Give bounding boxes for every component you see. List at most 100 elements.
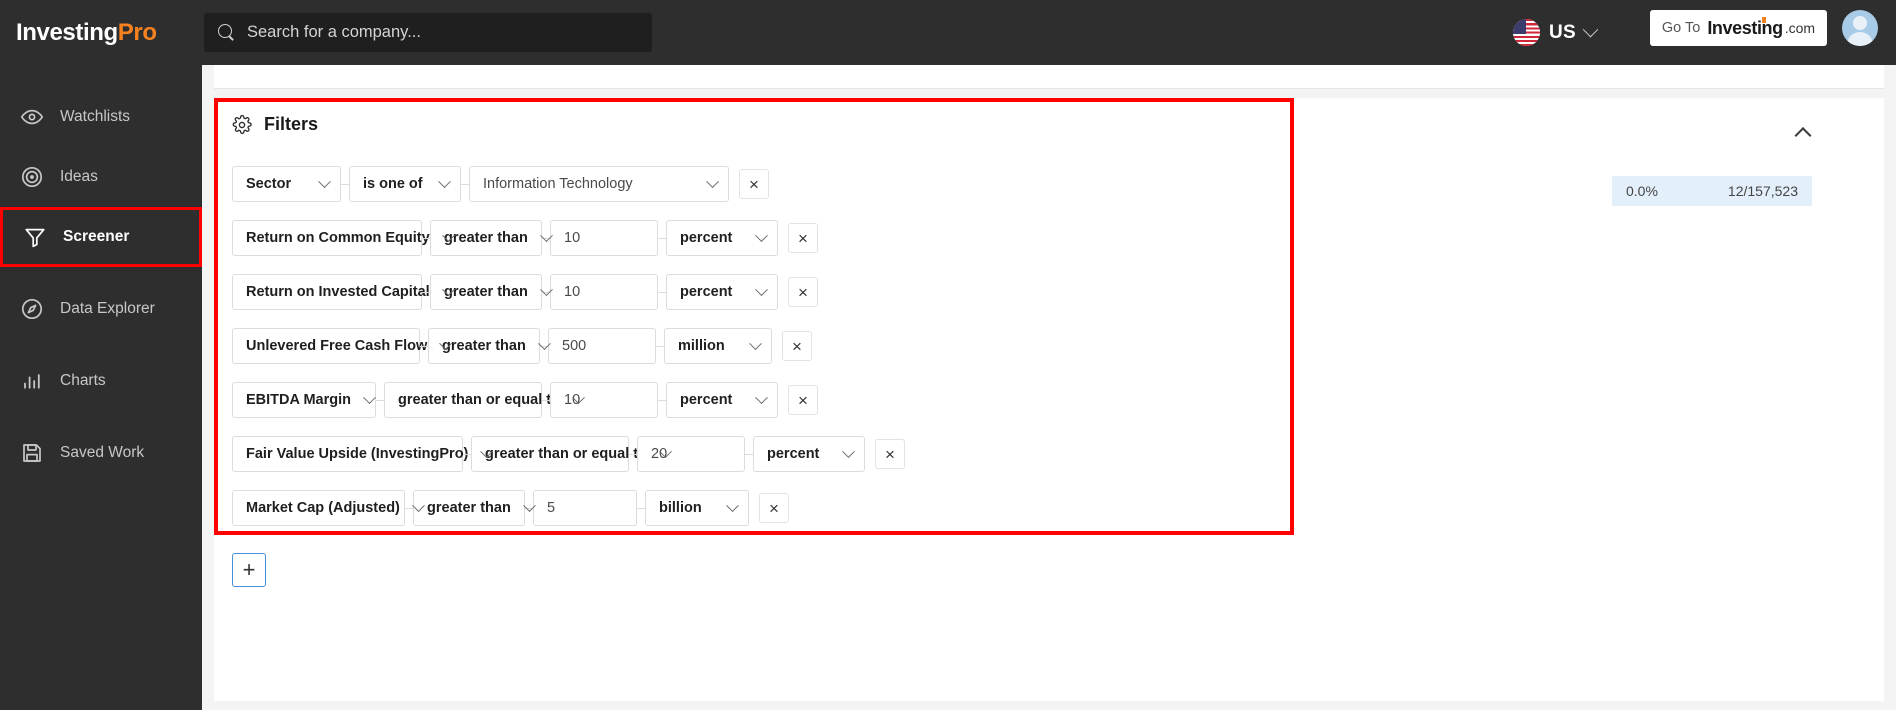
sidebar-item-charts[interactable]: Charts — [0, 351, 202, 411]
remove-filter-button[interactable]: × — [788, 277, 818, 307]
filter-metric-select-text: Return on Common Equity — [246, 230, 430, 246]
filter-row: Unlevered Free Cash Flow greater than 500 m… — [232, 328, 905, 364]
goto-brand-label: Investing — [1707, 16, 1783, 38]
filter-value-input-text: 10 — [564, 230, 581, 246]
compass-icon — [21, 298, 43, 320]
filter-value-input[interactable]: Information Technology — [469, 166, 729, 202]
filter-operator-select-text: greater than — [444, 284, 528, 300]
filter-value-input-text: Information Technology — [483, 176, 633, 192]
go-to-investing-button[interactable]: Go To Investing .com — [1650, 10, 1827, 46]
filter-operator-select[interactable]: greater than or equal to — [471, 436, 672, 472]
filter-value-input[interactable]: 10 — [550, 220, 658, 256]
filter-metric-select[interactable]: Market Cap (Adjusted) — [232, 490, 425, 526]
filter-row: EBITDA Margin greater than or equal to 10 p… — [232, 382, 905, 418]
chevron-down-icon — [438, 174, 451, 188]
remove-filter-button[interactable]: × — [739, 169, 769, 199]
filter-row: Return on Common Equity greater than 10 per… — [232, 220, 905, 256]
filter-operator-select-text: greater than — [444, 230, 528, 246]
row-connector — [658, 399, 666, 401]
filter-metric-select-text: Sector — [246, 176, 292, 192]
close-icon: × — [769, 498, 779, 518]
filter-unit-select-text: percent — [680, 230, 733, 246]
row-connector — [745, 453, 753, 455]
logo-text-pro: Pro — [117, 18, 157, 46]
region-label: US — [1549, 21, 1576, 43]
filter-metric-select[interactable]: Return on Invested Capital — [232, 274, 455, 310]
filter-operator-select-text: greater than — [427, 500, 511, 516]
filter-value-input[interactable]: 10 — [550, 382, 658, 418]
page-title: Filters — [264, 114, 319, 134]
filter-unit-select[interactable]: percent — [753, 436, 865, 472]
row-connector — [542, 399, 550, 401]
filter-unit-select[interactable]: percent — [666, 220, 778, 256]
filter-unit-select-text: million — [678, 338, 725, 354]
filter-metric-select[interactable]: Unlevered Free Cash Flow — [232, 328, 453, 364]
filter-value-input[interactable]: 500 — [548, 328, 656, 364]
filter-metric-select-text: Return on Invested Capital — [246, 284, 430, 300]
remove-filter-button[interactable]: × — [782, 331, 812, 361]
row-connector — [405, 507, 413, 509]
chevron-down-icon — [842, 444, 855, 458]
row-connector — [420, 345, 428, 347]
match-count: 12/157,523 — [1727, 183, 1798, 199]
match-counter: 0.0% 12/157,523 — [1612, 176, 1812, 206]
sidebar-item-screener[interactable]: Screener — [0, 207, 202, 267]
filter-value-input[interactable]: 20 — [637, 436, 745, 472]
filters-panel-header: Filters — [232, 114, 318, 135]
remove-filter-button[interactable]: × — [759, 493, 789, 523]
top-bar: InvestingPro Search for a company... US … — [0, 0, 1896, 65]
sidebar: Watchlists Ideas Screener Data Explorer … — [0, 65, 202, 710]
filter-value-input-text: 10 — [564, 284, 581, 300]
filter-value-input[interactable]: 5 — [533, 490, 637, 526]
close-icon: × — [798, 282, 808, 302]
collapse-filters-button[interactable] — [1789, 118, 1817, 146]
filter-operator-select[interactable]: greater than or equal to — [384, 382, 585, 418]
chevron-down-icon — [363, 390, 376, 404]
close-icon: × — [749, 174, 759, 194]
filter-unit-select[interactable]: percent — [666, 382, 778, 418]
sidebar-item-data-explorer[interactable]: Data Explorer — [0, 279, 202, 339]
filter-metric-select[interactable]: Fair Value Upside (InvestingPro) — [232, 436, 494, 472]
chevron-down-icon — [755, 282, 768, 296]
row-connector — [422, 291, 430, 293]
eye-icon — [20, 109, 44, 125]
sidebar-item-ideas[interactable]: Ideas — [0, 147, 202, 207]
remove-filter-button[interactable]: × — [875, 439, 905, 469]
avatar[interactable] — [1842, 10, 1878, 46]
filters-panel: Filters 0.0% 12/157,523 Sector is one of I… — [214, 98, 1884, 701]
chevron-down-icon — [755, 228, 768, 242]
filter-operator-select-text: greater than — [442, 338, 526, 354]
filter-operator-select[interactable]: greater than — [413, 490, 536, 526]
filter-metric-select[interactable]: EBITDA Margin — [232, 382, 376, 418]
filter-value-input[interactable]: 10 — [550, 274, 658, 310]
sidebar-item-label: Saved Work — [60, 444, 145, 461]
row-connector — [637, 507, 645, 509]
close-icon: × — [798, 228, 808, 248]
match-percent: 0.0% — [1626, 183, 1658, 199]
chevron-down-icon — [1582, 21, 1599, 38]
sidebar-item-saved-work[interactable]: Saved Work — [0, 423, 202, 483]
search-input[interactable]: Search for a company... — [204, 13, 652, 52]
sidebar-item-watchlists[interactable]: Watchlists — [0, 87, 202, 147]
gear-icon — [232, 114, 252, 134]
filter-row: Fair Value Upside (InvestingPro) greater … — [232, 436, 905, 472]
filter-unit-select[interactable]: percent — [666, 274, 778, 310]
sidebar-item-label: Ideas — [60, 168, 98, 185]
row-connector — [463, 453, 471, 455]
bar-chart-icon — [24, 374, 40, 389]
filter-rows: Sector is one of Information Technology × Re… — [232, 166, 905, 544]
filter-operator-select-text: is one of — [363, 176, 423, 192]
filter-metric-select[interactable]: Sector — [232, 166, 341, 202]
remove-filter-button[interactable]: × — [788, 223, 818, 253]
chevron-down-icon — [755, 390, 768, 404]
filter-operator-select[interactable]: is one of — [349, 166, 461, 202]
filter-unit-select[interactable]: million — [664, 328, 772, 364]
filter-unit-select[interactable]: billion — [645, 490, 749, 526]
search-placeholder: Search for a company... — [247, 23, 421, 41]
remove-filter-button[interactable]: × — [788, 385, 818, 415]
region-selector[interactable]: US — [1513, 0, 1599, 65]
app-logo[interactable]: InvestingPro — [0, 19, 200, 47]
add-filter-button[interactable]: + — [232, 553, 266, 587]
add-filter-label: + — [242, 557, 256, 582]
filter-metric-select[interactable]: Return on Common Equity — [232, 220, 455, 256]
